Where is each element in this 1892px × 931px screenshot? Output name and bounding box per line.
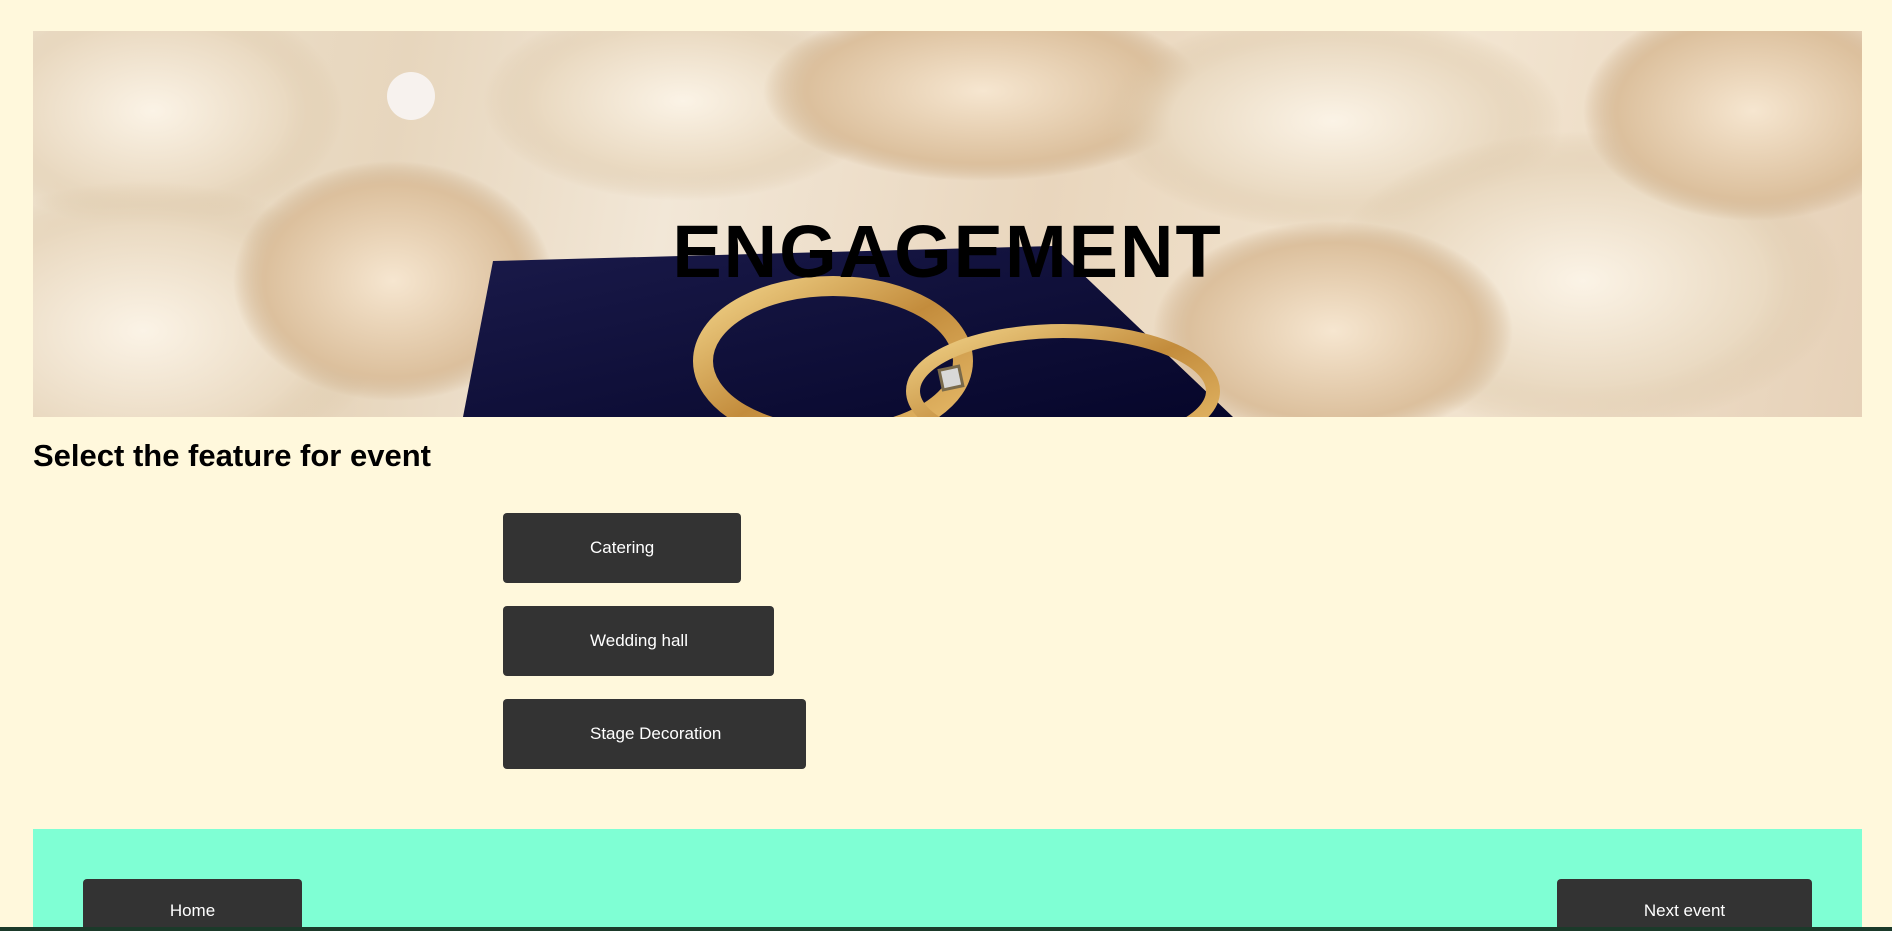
page-title: ENGAGEMENT: [672, 210, 1223, 293]
home-button[interactable]: Home: [83, 879, 302, 931]
bottom-edge-bar: [0, 927, 1892, 931]
catering-button[interactable]: Catering: [503, 513, 741, 583]
section-title: Select the feature for event: [33, 438, 431, 473]
next-event-button[interactable]: Next event: [1557, 879, 1812, 931]
stage-decoration-button[interactable]: Stage Decoration: [503, 699, 806, 769]
wedding-hall-button[interactable]: Wedding hall: [503, 606, 774, 676]
footer: Home Next event: [33, 829, 1862, 931]
hero-banner: ENGAGEMENT: [33, 31, 1862, 417]
